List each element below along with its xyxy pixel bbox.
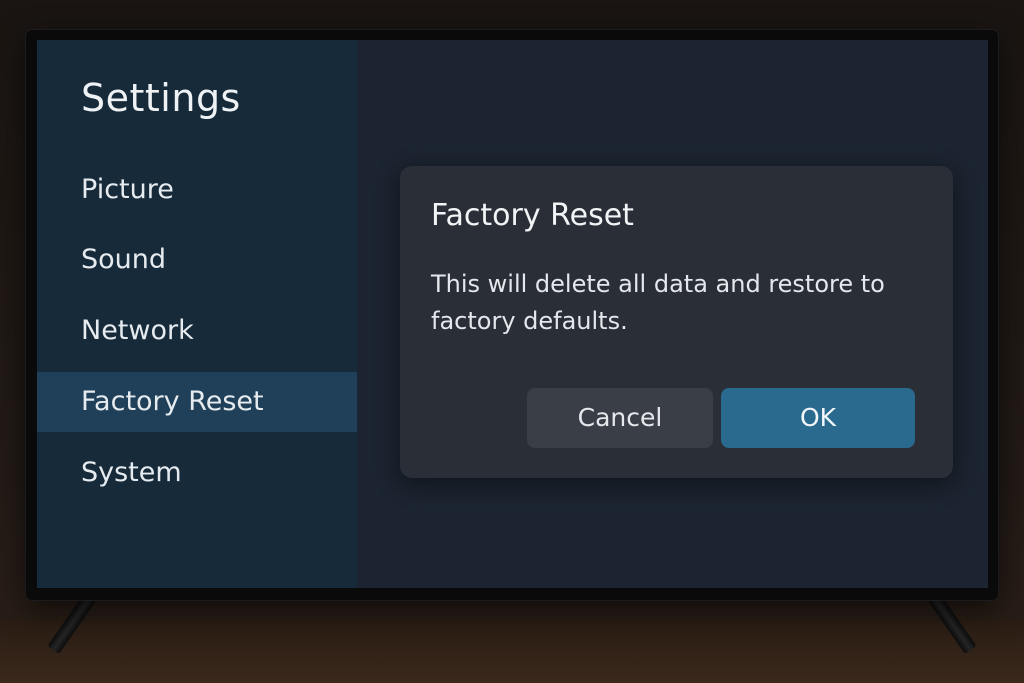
tv-screen: Settings Picture Sound Network Factory R… — [37, 40, 988, 588]
ok-button[interactable]: OK — [721, 388, 915, 448]
factory-reset-dialog: Factory Reset This will delete all data … — [400, 166, 953, 478]
dialog-title: Factory Reset — [431, 198, 634, 233]
sidebar-title: Settings — [81, 76, 241, 120]
settings-sidebar: Settings Picture Sound Network Factory R… — [37, 40, 357, 588]
sidebar-item-network[interactable]: Network — [37, 301, 357, 361]
sidebar-item-picture[interactable]: Picture — [37, 160, 357, 220]
sidebar-item-sound[interactable]: Sound — [37, 230, 357, 290]
sidebar-item-factory-reset[interactable]: Factory Reset — [37, 372, 357, 432]
cancel-button[interactable]: Cancel — [527, 388, 713, 448]
dialog-message: This will delete all data and restore to… — [431, 270, 885, 335]
floor — [0, 620, 1024, 683]
sidebar-item-system[interactable]: System — [37, 443, 357, 503]
